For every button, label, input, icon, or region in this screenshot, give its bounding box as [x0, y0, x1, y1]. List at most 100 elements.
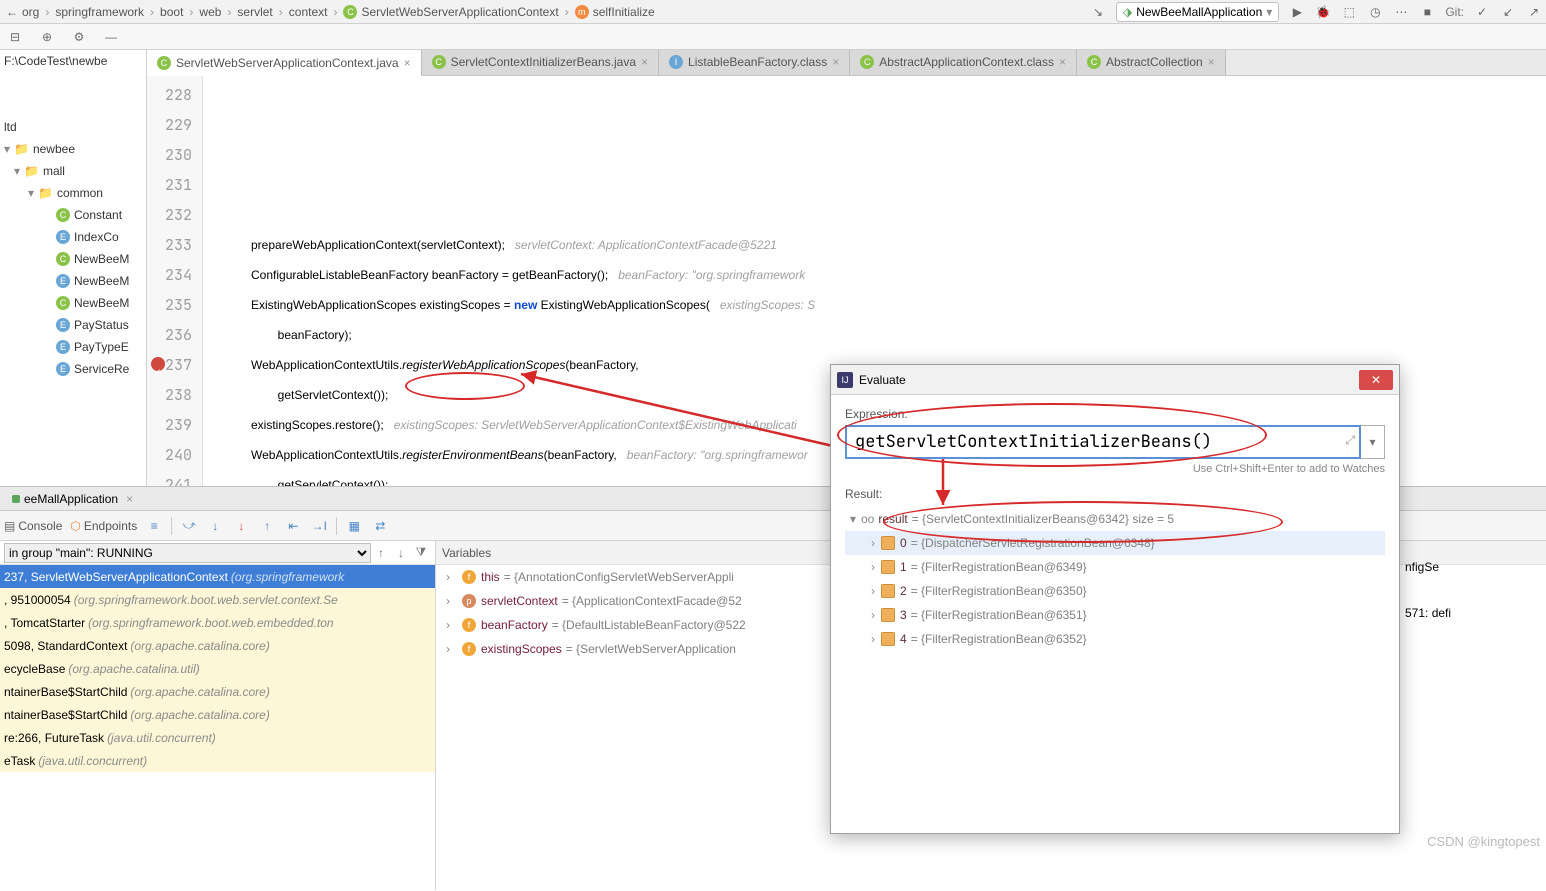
step-over-icon[interactable]: ⤻ — [180, 517, 198, 535]
run-to-cursor-icon[interactable]: →I — [310, 517, 328, 535]
tree-class[interactable]: EServiceRe — [0, 358, 146, 380]
file-icon: C — [157, 56, 171, 70]
crumb[interactable]: boot — [158, 5, 185, 19]
run-config-combo[interactable]: ⬗NewBeeMallApplication▾ — [1116, 2, 1279, 22]
build-icon[interactable]: ↘ — [1090, 4, 1106, 20]
crumb[interactable]: servlet — [235, 5, 274, 19]
tree-class[interactable]: CNewBeeM — [0, 248, 146, 270]
result-item[interactable]: ›3= {FilterRegistrationBean@6351} — [845, 603, 1385, 627]
frame-row[interactable]: 237, ServletWebServerApplicationContext(… — [0, 565, 435, 588]
editor-tab[interactable]: I ListableBeanFactory.class × — [659, 50, 850, 75]
close-icon[interactable]: × — [1059, 55, 1066, 69]
drop-frame-icon[interactable]: ⇤ — [284, 517, 302, 535]
crumb-back-icon[interactable]: ← — [4, 5, 20, 19]
git-push-icon[interactable]: ↗ — [1526, 4, 1542, 20]
tab-label: ServletWebServerApplicationContext.java — [176, 56, 399, 70]
attach-icon[interactable]: ⋯ — [1393, 4, 1409, 20]
coverage-icon[interactable]: ⬚ — [1341, 4, 1357, 20]
frames-header: in group "main": RUNNING ↑ ↓ ⧩ — [0, 541, 435, 565]
frame-row[interactable]: eTask(java.util.concurrent) — [0, 749, 435, 772]
toolbar-right: ↘ ⬗NewBeeMallApplication▾ ▶ 🐞 ⬚ ◷ ⋯ ■ Gi… — [1090, 2, 1542, 22]
endpoints-tab[interactable]: ⬡Endpoints — [70, 519, 137, 533]
gutter[interactable]: 2282292302312322332342352362372382392402… — [147, 76, 203, 486]
console-tab[interactable]: ▤Console — [4, 519, 62, 533]
step-out-icon[interactable]: ↑ — [258, 517, 276, 535]
tree-root[interactable]: F:\CodeTest\newbe — [0, 50, 146, 72]
thread-select[interactable]: in group "main": RUNNING — [4, 543, 371, 563]
trace-icon[interactable]: ⇄ — [371, 517, 389, 535]
editor-tab[interactable]: CAbstractApplicationContext.class× — [850, 50, 1077, 75]
result-item[interactable]: ›0= {DispatcherServletRegistrationBean@6… — [845, 531, 1385, 555]
project-tree[interactable]: F:\CodeTest\newbe ltd ▾📁newbee ▾📁mall ▾📁… — [0, 50, 147, 486]
stop-icon[interactable]: ■ — [1419, 4, 1435, 20]
frame-row[interactable]: , 951000054(org.springframework.boot.web… — [0, 588, 435, 611]
close-icon[interactable]: × — [641, 55, 648, 69]
frame-row[interactable]: re:266, FutureTask(java.util.concurrent) — [0, 726, 435, 749]
frame-row[interactable]: ntainerBase$StartChild(org.apache.catali… — [0, 703, 435, 726]
result-item[interactable]: ›2= {FilterRegistrationBean@6350} — [845, 579, 1385, 603]
settings-gear-icon[interactable]: ⚙ — [70, 28, 88, 46]
expand-icon[interactable]: ⤢ — [1345, 433, 1355, 448]
tab-label: ServletContextInitializerBeans.java — [451, 55, 636, 69]
expand-icon[interactable]: ⊕ — [38, 28, 56, 46]
expression-input[interactable] — [845, 425, 1361, 459]
frame-row[interactable]: , TomcatStarter(org.springframework.boot… — [0, 611, 435, 634]
crumb-class[interactable]: CServletWebServerApplicationContext — [341, 5, 560, 19]
close-icon[interactable]: × — [404, 56, 411, 70]
file-icon: C — [432, 55, 446, 69]
tree-class[interactable]: CConstant — [0, 204, 146, 226]
debug-session-tab[interactable]: eeMallApplication× — [6, 492, 139, 506]
profile-icon[interactable]: ◷ — [1367, 4, 1383, 20]
threads-icon[interactable]: ≡ — [145, 517, 163, 535]
editor-tab[interactable]: C ServletContextInitializerBeans.java × — [422, 50, 659, 75]
hide-icon[interactable]: — — [102, 28, 120, 46]
frame-row[interactable]: ntainerBase$StartChild(org.apache.catali… — [0, 680, 435, 703]
tree-item[interactable]: ▾📁common — [0, 182, 146, 204]
run-icon[interactable]: ▶ — [1289, 4, 1305, 20]
close-icon[interactable]: × — [832, 55, 839, 69]
evaluate-dialog[interactable]: IJ Evaluate ✕ Expression: ⤢ ▾ Use Ctrl+S… — [830, 364, 1400, 834]
git-update-icon[interactable]: ↙ — [1500, 4, 1516, 20]
force-step-into-icon[interactable]: ↓ — [232, 517, 250, 535]
close-icon[interactable]: × — [1208, 55, 1215, 69]
evaluate-titlebar[interactable]: IJ Evaluate ✕ — [831, 365, 1399, 395]
tree-class[interactable]: ENewBeeM — [0, 270, 146, 292]
crumb[interactable]: web — [197, 5, 223, 19]
watermark: CSDN @kingtopest — [1427, 834, 1540, 849]
result-item[interactable]: ›4= {FilterRegistrationBean@6352} — [845, 627, 1385, 651]
editor-tab[interactable]: C ServletWebServerApplicationContext.java… — [147, 50, 422, 76]
tree-class[interactable]: CNewBeeM — [0, 292, 146, 314]
frame-row[interactable]: ecycleBase(org.apache.catalina.util) — [0, 657, 435, 680]
crumb-method[interactable]: mselfInitialize — [573, 5, 657, 19]
frames-panel[interactable]: in group "main": RUNNING ↑ ↓ ⧩ 237, Serv… — [0, 541, 436, 890]
tree-item[interactable]: ltd — [0, 116, 146, 138]
editor-tab[interactable]: CAbstractCollection× — [1077, 50, 1226, 75]
crumb[interactable]: context — [287, 5, 330, 19]
history-dropdown-icon[interactable]: ▾ — [1361, 425, 1385, 459]
editor-tab-bar: C ServletWebServerApplicationContext.java… — [147, 50, 1546, 76]
file-icon: I — [669, 55, 683, 69]
tab-label: ListableBeanFactory.class — [688, 55, 827, 69]
tree-class[interactable]: EPayTypeE — [0, 336, 146, 358]
git-commit-icon[interactable]: ✓ — [1474, 4, 1490, 20]
prev-frame-icon[interactable]: ↑ — [371, 546, 391, 560]
watch-hint: Use Ctrl+Shift+Enter to add to Watches — [845, 463, 1385, 475]
tree-class[interactable]: EPayStatus — [0, 314, 146, 336]
result-item[interactable]: ›1= {FilterRegistrationBean@6349} — [845, 555, 1385, 579]
tree-class[interactable]: EIndexCo — [0, 226, 146, 248]
tab-label: AbstractCollection — [1106, 55, 1203, 69]
result-tree[interactable]: ▾ooresult= {ServletContextInitializerBea… — [845, 507, 1385, 651]
filter-icon[interactable]: ⧩ — [411, 545, 431, 560]
collapse-icon[interactable]: ⊟ — [6, 28, 24, 46]
step-into-icon[interactable]: ↓ — [206, 517, 224, 535]
close-icon[interactable]: ✕ — [1359, 370, 1393, 390]
crumb[interactable]: org — [20, 5, 41, 19]
crumb[interactable]: springframework — [53, 5, 146, 19]
frame-row[interactable]: 5098, StandardContext(org.apache.catalin… — [0, 634, 435, 657]
debug-icon[interactable]: 🐞 — [1315, 4, 1331, 20]
ij-icon: IJ — [837, 372, 853, 388]
next-frame-icon[interactable]: ↓ — [391, 546, 411, 560]
tree-item[interactable]: ▾📁mall — [0, 160, 146, 182]
tree-item[interactable]: ▾📁newbee — [0, 138, 146, 160]
evaluate-icon[interactable]: ▦ — [345, 517, 363, 535]
